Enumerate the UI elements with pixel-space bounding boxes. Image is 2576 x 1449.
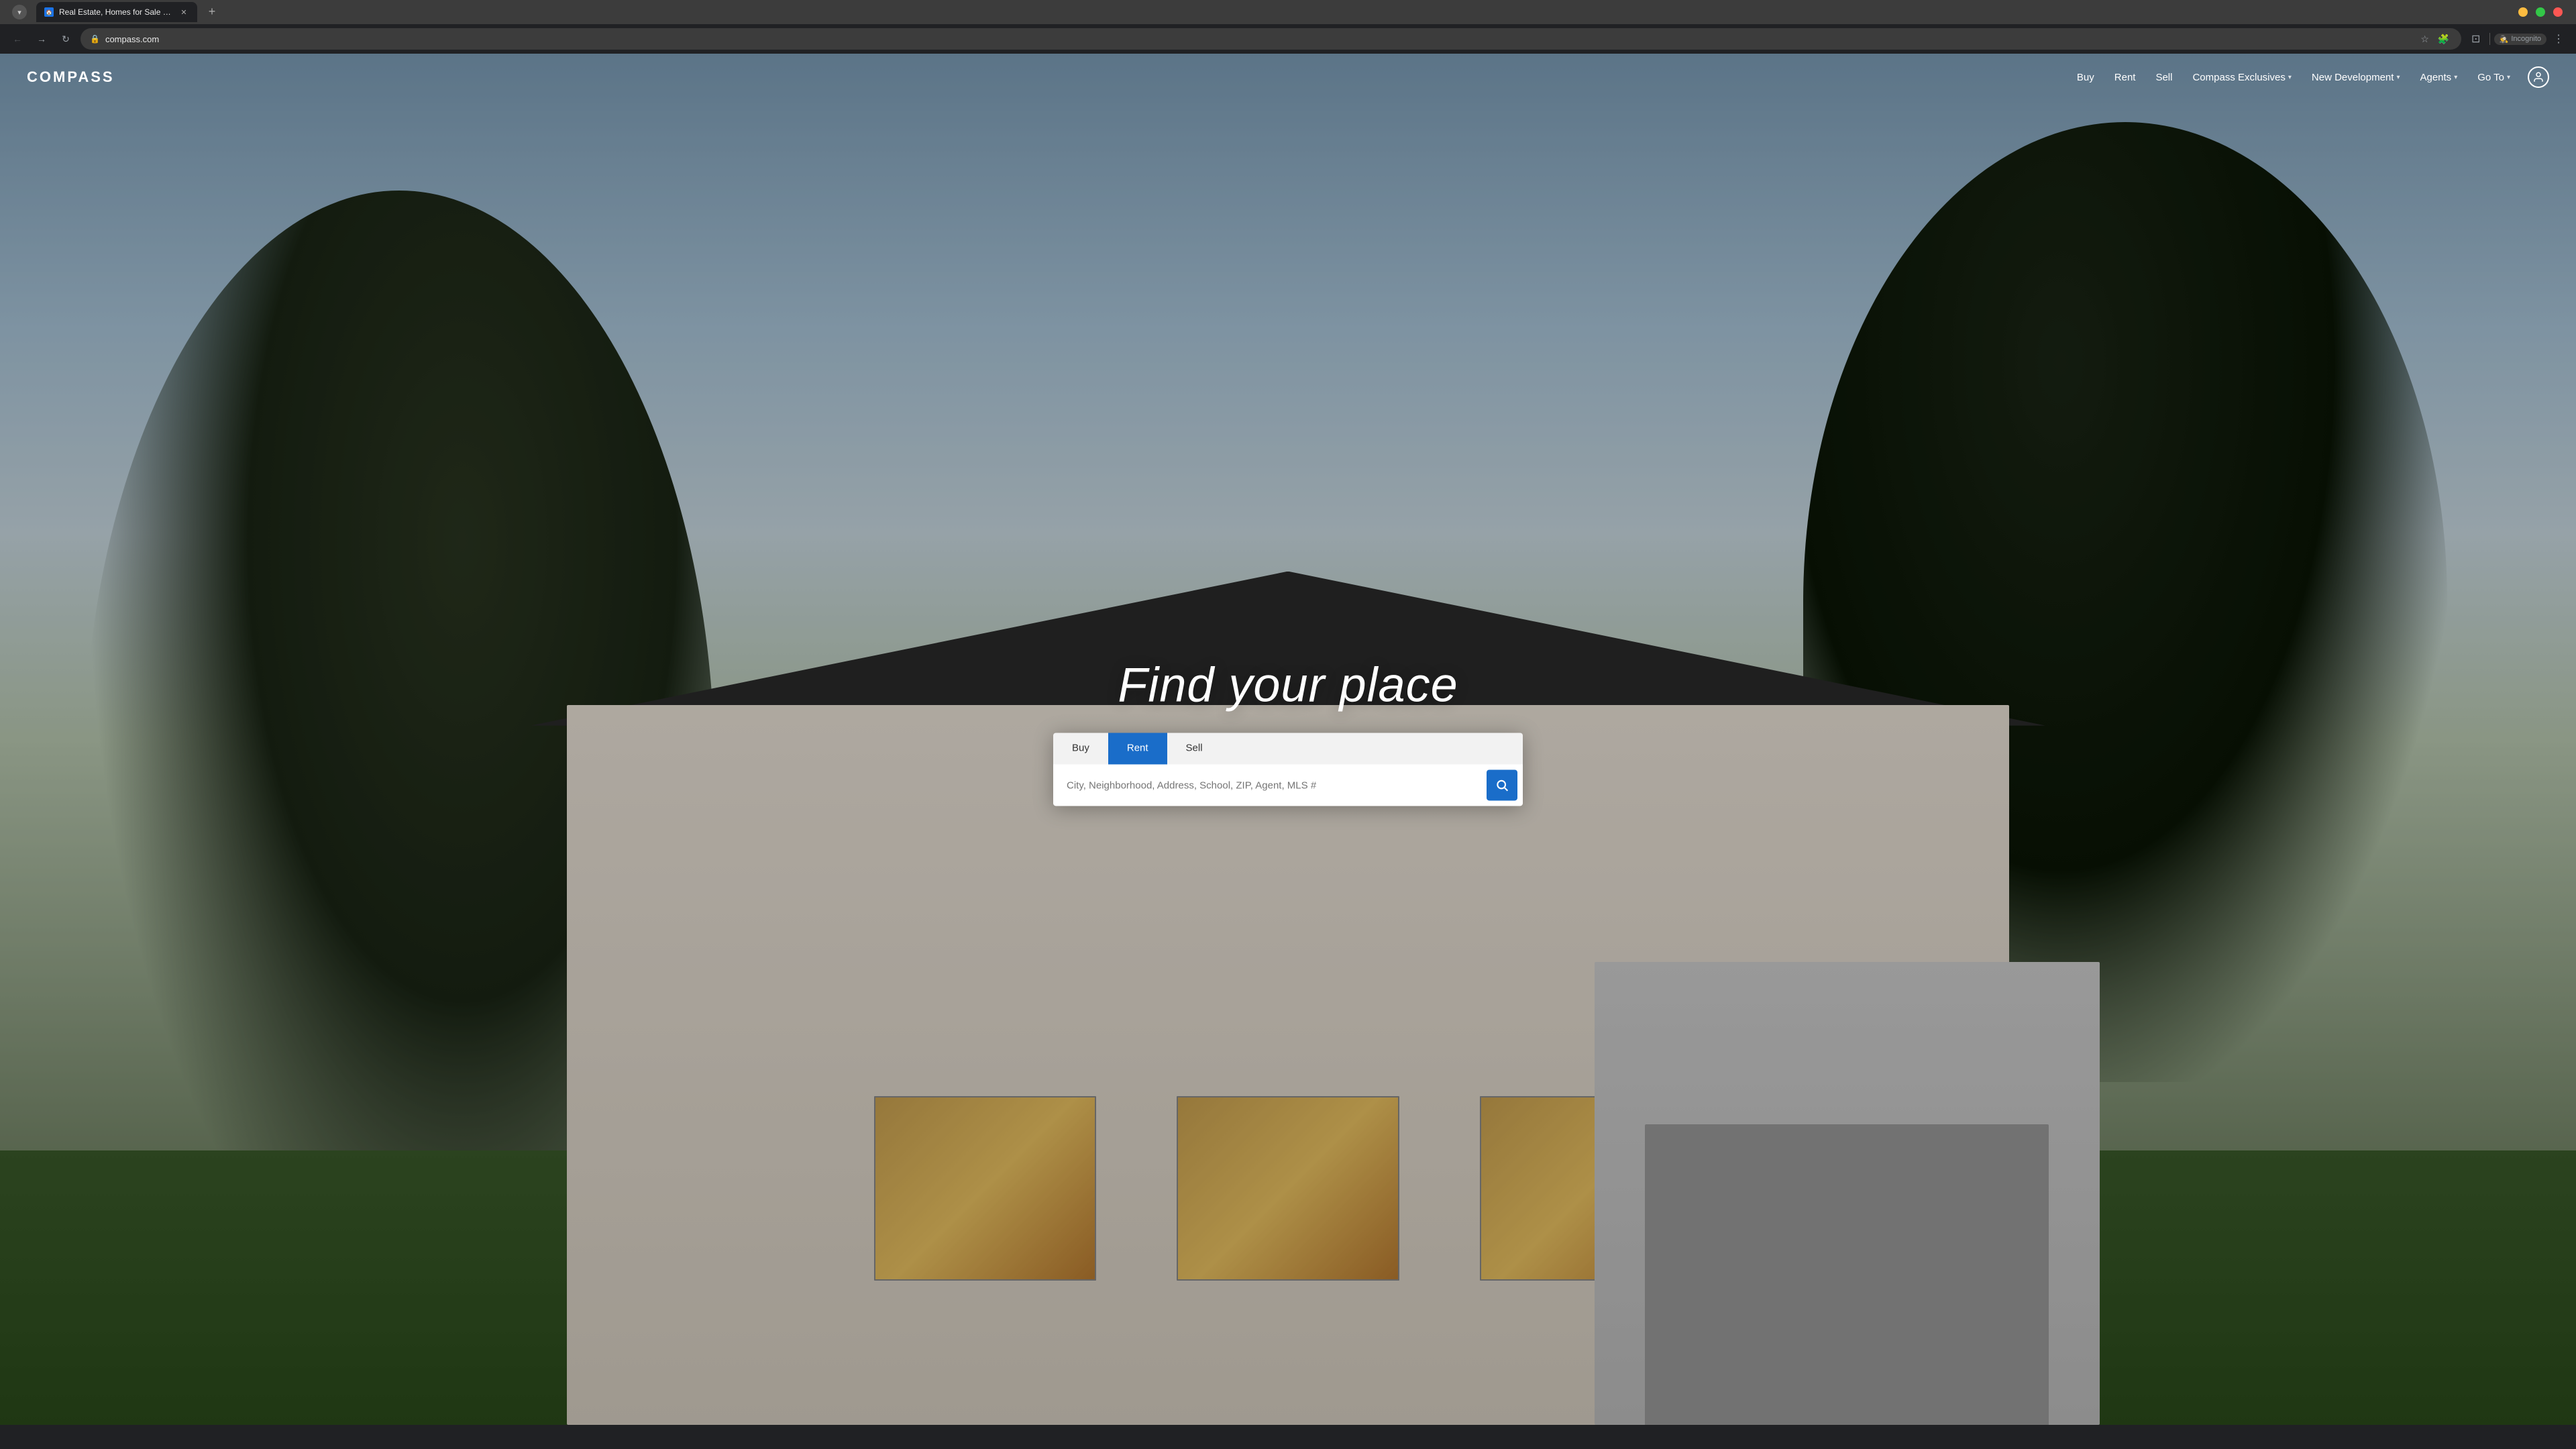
user-account-icon[interactable] (2528, 66, 2549, 88)
tab-strip-left: ▾ (8, 5, 31, 19)
nav-go-to[interactable]: Go To ▾ (2469, 68, 2518, 87)
hero-title: Find your place (258, 657, 2318, 712)
forward-button[interactable]: → (32, 30, 51, 48)
search-tab-buy[interactable]: Buy (1053, 733, 1108, 764)
site-nav: COMPASS Buy Rent Sell Compass Exclusives… (0, 54, 2576, 101)
tab-title: Real Estate, Homes for Sale & ... (59, 7, 173, 17)
incognito-icon: 🕵 (2500, 35, 2509, 44)
search-input[interactable] (1059, 773, 1481, 798)
search-input-row (1053, 764, 1523, 806)
toolbar-divider (2489, 33, 2490, 45)
agents-chevron: ▾ (2454, 74, 2457, 81)
search-widget: Buy Rent Sell (1053, 733, 1523, 806)
window-maximize-button[interactable]: □ (2536, 7, 2545, 17)
nav-sell[interactable]: Sell (2147, 68, 2180, 87)
search-tabs: Buy Rent Sell (1053, 733, 1523, 764)
window-close-button[interactable]: ✕ (2553, 7, 2563, 17)
site-logo[interactable]: COMPASS (27, 68, 115, 86)
new-development-chevron: ▾ (2396, 74, 2400, 81)
new-tab-button[interactable]: + (203, 2, 221, 21)
compass-exclusives-chevron: ▾ (2288, 74, 2292, 81)
toolbar-right: ⊡ 🕵 Incognito ⋮ (2467, 30, 2568, 48)
window-minimize-button[interactable]: — (2518, 7, 2528, 17)
nav-rent[interactable]: Rent (2106, 68, 2144, 87)
reload-button[interactable]: ↻ (56, 30, 75, 48)
url-actions: ☆ 🧩 (2417, 31, 2452, 47)
browser-chrome: ▾ 🏠 Real Estate, Homes for Sale & ... ✕ … (0, 0, 2576, 54)
incognito-label: Incognito (2511, 35, 2541, 43)
search-tab-sell[interactable]: Sell (1167, 733, 1222, 764)
search-button[interactable] (1487, 769, 1517, 800)
url-text: compass.com (105, 34, 2412, 44)
url-bar[interactable]: 🔒 compass.com ☆ 🧩 (80, 28, 2461, 50)
nav-agents[interactable]: Agents ▾ (2412, 68, 2465, 87)
window-toggle-icon[interactable]: ⊡ (2467, 30, 2485, 48)
bookmark-icon[interactable]: ☆ (2417, 31, 2433, 47)
nav-links: Buy Rent Sell Compass Exclusives ▾ New D… (2069, 66, 2549, 88)
address-bar: ← → ↻ 🔒 compass.com ☆ 🧩 ⊡ 🕵 Incognito ⋮ (0, 24, 2576, 54)
nav-new-development[interactable]: New Development ▾ (2304, 68, 2408, 87)
lock-icon: 🔒 (90, 34, 100, 44)
nav-compass-exclusives[interactable]: Compass Exclusives ▾ (2184, 68, 2299, 87)
nav-buy[interactable]: Buy (2069, 68, 2102, 87)
search-tab-rent[interactable]: Rent (1108, 733, 1167, 764)
incognito-badge: 🕵 Incognito (2494, 34, 2546, 45)
hero-content: Find your place Buy Rent Sell (258, 657, 2318, 806)
extensions-icon[interactable]: 🧩 (2436, 31, 2452, 47)
back-button[interactable]: ← (8, 30, 27, 48)
tab-close-button[interactable]: ✕ (178, 7, 189, 17)
title-bar: ▾ 🏠 Real Estate, Homes for Sale & ... ✕ … (0, 0, 2576, 24)
more-options-icon[interactable]: ⋮ (2549, 30, 2568, 48)
website: COMPASS Buy Rent Sell Compass Exclusives… (0, 54, 2576, 1425)
tab-strip-nav[interactable]: ▾ (12, 5, 27, 19)
browser-tab-active[interactable]: 🏠 Real Estate, Homes for Sale & ... ✕ (36, 2, 197, 22)
go-to-chevron: ▾ (2507, 74, 2510, 81)
tab-favicon: 🏠 (44, 7, 54, 17)
